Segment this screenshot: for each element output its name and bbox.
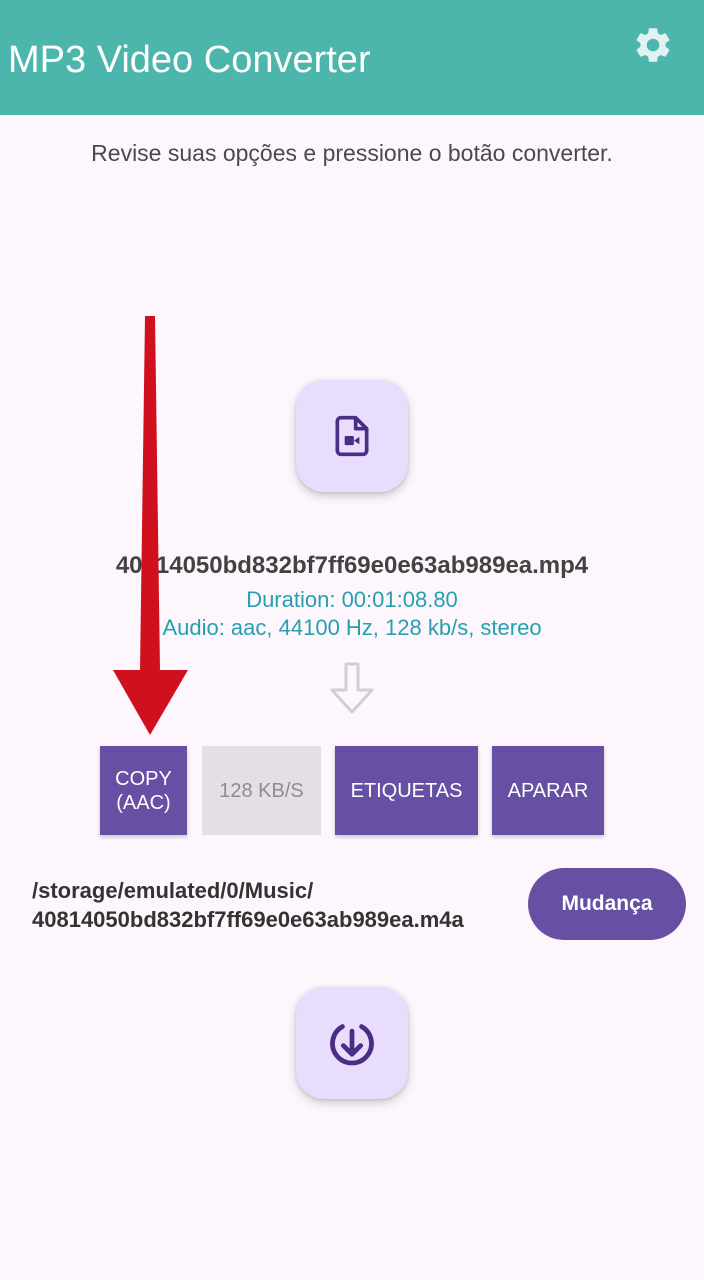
select-file-button[interactable] <box>296 380 408 492</box>
output-path-dir: /storage/emulated/0/Music/ <box>32 878 314 903</box>
app-title: MP3 Video Converter <box>8 39 371 81</box>
arrow-down-icon <box>330 662 374 714</box>
trim-button[interactable]: APARAR <box>492 746 604 835</box>
file-name: 40814050bd832bf7ff69e0e63ab989ea.mp4 <box>115 552 589 579</box>
file-duration: Duration: 00:01:08.80 <box>246 587 458 612</box>
instruction-text: Revise suas opções e pressione o botão c… <box>91 140 613 166</box>
copy-aac-button[interactable]: COPY (AAC) <box>100 746 187 835</box>
download-circle-icon <box>330 1024 374 1066</box>
video-file-icon <box>335 415 369 457</box>
copy-label-line1: COPY <box>115 767 172 790</box>
convert-button[interactable] <box>296 987 408 1099</box>
settings-button[interactable] <box>630 22 676 68</box>
tags-button[interactable]: ETIQUETAS <box>335 746 478 835</box>
copy-label-line2: (AAC) <box>116 791 171 814</box>
change-output-button[interactable]: Mudança <box>528 868 686 940</box>
app-bar: MP3 Video Converter <box>0 0 704 115</box>
output-path: /storage/emulated/0/Music/ 40814050bd832… <box>32 876 464 934</box>
copy-aac-label: COPY (AAC) <box>115 767 172 815</box>
gear-icon <box>636 28 670 62</box>
bitrate-button[interactable]: 128 KB/S <box>202 746 321 835</box>
file-audio-info: Audio: aac, 44100 Hz, 128 kb/s, stereo <box>162 615 542 640</box>
output-path-file: 40814050bd832bf7ff69e0e63ab989ea.m4a <box>32 907 464 932</box>
